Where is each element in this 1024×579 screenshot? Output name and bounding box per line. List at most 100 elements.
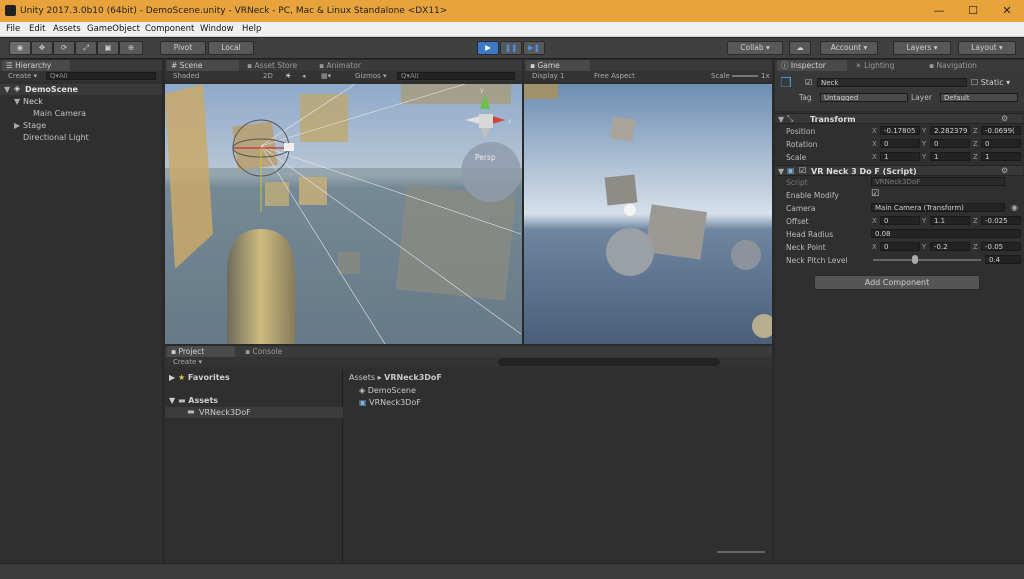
tab-scene[interactable]: # Scene <box>167 60 239 71</box>
enable-modify-checkbox[interactable]: ☑ <box>871 189 879 199</box>
rotation-x-field[interactable]: 0 <box>880 139 920 148</box>
hierarchy-scene-row[interactable]: ▼ ◈ DemoScene <box>0 84 162 95</box>
tab-hierarchy[interactable]: ☰ Hierarchy <box>2 60 70 71</box>
layout-dropdown[interactable]: Layout ▾ <box>958 41 1016 55</box>
rotation-y-field[interactable]: 0 <box>930 139 970 148</box>
collab-dropdown[interactable]: Collab ▾ <box>727 41 783 55</box>
script-component-title: VR Neck 3 Do F (Script) <box>811 167 917 176</box>
scale-slider[interactable] <box>732 75 758 77</box>
hierarchy-item-main-camera[interactable]: Main Camera <box>0 108 162 119</box>
gizmos-dropdown[interactable]: Gizmos ▾ <box>355 71 387 81</box>
pause-button[interactable]: ❚❚ <box>500 41 522 55</box>
neck-pitch-slider[interactable] <box>873 259 981 261</box>
script-component-header[interactable]: ▼ ▣ ☑ VR Neck 3 Do F (Script) ⚙ <box>775 165 1023 176</box>
maximize-button[interactable]: ☐ <box>958 0 988 22</box>
account-dropdown[interactable]: Account ▾ <box>820 41 878 55</box>
head-radius-field[interactable]: 0.08 <box>871 229 1021 238</box>
asset-vrneck3dof-script[interactable]: ▣ VRNeck3DoF <box>359 398 421 407</box>
display-dropdown[interactable]: Display 1 <box>532 71 564 81</box>
project-create-button[interactable]: Create ▾ <box>173 357 202 367</box>
folder-row-vrneck3dof[interactable]: ▬ VRNeck3DoF <box>165 407 343 418</box>
toggle-2d-button[interactable]: 2D <box>263 71 273 81</box>
menu-gameobject[interactable]: GameObject <box>87 24 140 34</box>
scale-x-field[interactable]: 1 <box>880 152 920 161</box>
breadcrumb-folder[interactable]: VRNeck3DoF <box>384 373 442 382</box>
hierarchy-search-input[interactable]: Q▾All <box>46 72 156 80</box>
hierarchy-item-neck[interactable]: ▼ Neck <box>0 96 162 107</box>
scale-tool-button[interactable]: ⤢ <box>75 41 97 55</box>
settings-gear-icon[interactable]: ⚙ <box>1001 114 1008 123</box>
tab-console[interactable]: ▪ Console <box>241 346 301 357</box>
add-component-button[interactable]: Add Component <box>814 275 980 290</box>
play-button[interactable]: ▶ <box>477 41 499 55</box>
rotate-tool-button[interactable]: ⟳ <box>53 41 75 55</box>
menu-file[interactable]: File <box>6 24 20 34</box>
layer-dropdown[interactable]: Default <box>940 93 1018 102</box>
scale-z-field[interactable]: 1 <box>981 152 1021 161</box>
offset-x-field[interactable]: 0 <box>880 216 920 225</box>
position-x-field[interactable]: -0.17805 <box>880 126 920 135</box>
menu-help[interactable]: Help <box>242 24 261 34</box>
gameobject-name-input[interactable]: Neck <box>817 78 967 87</box>
neck-point-x-field[interactable]: 0 <box>880 242 920 251</box>
project-search-input[interactable] <box>498 358 720 366</box>
breadcrumb-assets[interactable]: Assets <box>349 373 375 382</box>
pivot-toggle[interactable]: Pivot <box>160 41 206 55</box>
cloud-button[interactable]: ☁ <box>789 41 811 55</box>
menu-assets[interactable]: Assets <box>53 24 81 34</box>
tab-project[interactable]: ▪ Project <box>167 346 235 357</box>
assets-row[interactable]: ▼ ▬ Assets <box>169 396 218 405</box>
position-z-field[interactable]: -0.0699( <box>981 126 1021 135</box>
icon-size-slider[interactable] <box>717 551 765 553</box>
settings-gear-icon[interactable]: ⚙ <box>1001 166 1008 175</box>
camera-field[interactable]: Main Camera (Transform) <box>871 203 1005 212</box>
aspect-dropdown[interactable]: Free Aspect <box>594 71 635 81</box>
transform-header[interactable]: ▼ ⤡ Transform ⚙ <box>775 113 1023 124</box>
neck-point-z-field[interactable]: -0.05 <box>981 242 1021 251</box>
menu-edit[interactable]: Edit <box>29 24 45 34</box>
object-picker-icon[interactable]: ◉ <box>1011 203 1018 212</box>
hierarchy-item-stage[interactable]: ▶ Stage <box>0 120 162 131</box>
view-tool-button[interactable]: ◉ <box>9 41 31 55</box>
tag-dropdown[interactable]: Untagged <box>820 93 908 102</box>
minimize-button[interactable]: — <box>924 0 954 22</box>
menu-window[interactable]: Window <box>200 24 234 34</box>
scale-y-field[interactable]: 1 <box>930 152 970 161</box>
active-checkbox[interactable]: ☑ <box>805 78 812 87</box>
rotation-z-field[interactable]: 0 <box>981 139 1021 148</box>
hierarchy-create-button[interactable]: Create ▾ <box>8 71 37 81</box>
effects-dropdown-icon[interactable]: ▦▾ <box>321 71 331 81</box>
scene-search-input[interactable]: Q▾All <box>397 72 515 80</box>
scene-viewport[interactable]: y x <box>165 84 522 344</box>
offset-y-field[interactable]: 1.1 <box>930 216 970 225</box>
rect-tool-button[interactable]: ▣ <box>97 41 119 55</box>
move-tool-button[interactable]: ✥ <box>31 41 53 55</box>
game-viewport[interactable] <box>524 84 772 344</box>
perspective-label[interactable]: Persp <box>475 153 496 162</box>
neck-pitch-slider-handle[interactable] <box>912 255 918 264</box>
menu-component[interactable]: Component <box>145 24 194 34</box>
tab-navigation[interactable]: ▪ Navigation <box>925 60 1005 71</box>
transform-tool-button[interactable]: ⊕ <box>119 41 143 55</box>
favorites-row[interactable]: ▶ ★ Favorites <box>169 373 230 382</box>
tab-asset-store[interactable]: ▪ Asset Store <box>243 60 313 71</box>
step-button[interactable]: ▶❚ <box>523 41 545 55</box>
lighting-toggle-icon[interactable]: ☀ <box>285 71 291 81</box>
neck-pitch-field[interactable]: 0.4 <box>985 255 1021 264</box>
tab-animator[interactable]: ▪ Animator <box>315 60 385 71</box>
offset-z-field[interactable]: -0.025 <box>981 216 1021 225</box>
hierarchy-item-directional-light[interactable]: Directional Light <box>0 132 162 143</box>
neck-point-y-field[interactable]: -0.2 <box>930 242 970 251</box>
tab-inspector[interactable]: ⓘ Inspector <box>777 60 847 71</box>
layers-dropdown[interactable]: Layers ▾ <box>893 41 951 55</box>
static-checkbox[interactable]: ☐ Static ▾ <box>971 78 1010 87</box>
local-toggle[interactable]: Local <box>208 41 254 55</box>
close-button[interactable]: ✕ <box>992 0 1022 22</box>
asset-demoscene[interactable]: ◈ DemoScene <box>359 386 416 395</box>
tab-game[interactable]: ▪ Game <box>526 60 590 71</box>
shading-mode-dropdown[interactable]: Shaded <box>173 71 199 81</box>
audio-toggle-icon[interactable]: ◂ <box>302 71 306 81</box>
position-y-field[interactable]: 2.282379 <box>930 126 970 135</box>
component-enabled-checkbox[interactable]: ☑ <box>799 166 806 175</box>
tab-lighting[interactable]: ☀ Lighting <box>851 60 921 71</box>
